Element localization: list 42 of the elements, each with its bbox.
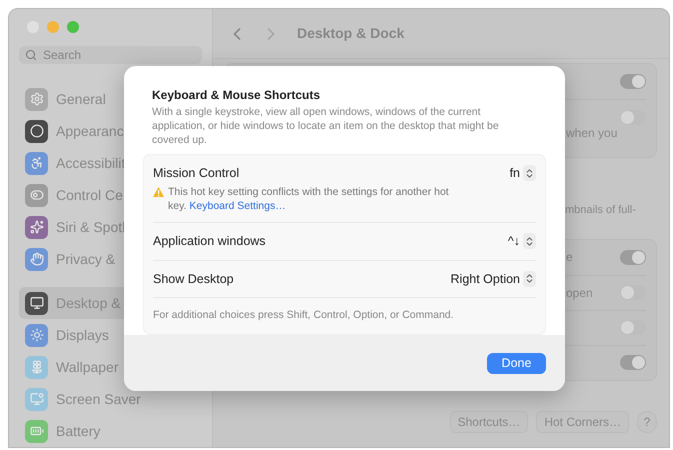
sidebar-label: Displays	[56, 326, 109, 345]
done-button[interactable]: Done	[487, 352, 546, 374]
search-field[interactable]: Search	[19, 46, 202, 64]
sidebar-label: Wallpaper	[56, 358, 119, 377]
shortcut-popup[interactable]: ^↓	[508, 232, 536, 250]
sidebar-label: General	[56, 90, 106, 108]
toggle-switch[interactable]	[620, 250, 646, 264]
settings-button[interactable]: Shortcuts…	[450, 411, 528, 433]
toggle-switch[interactable]	[620, 74, 646, 89]
sidebar-label: Appearanc	[56, 122, 124, 141]
sidebar-item[interactable]: Wallpaper	[19, 351, 202, 383]
help-button[interactable]: ?	[637, 411, 657, 433]
shortcut-label: Show Desktop	[153, 270, 234, 288]
dialog-title: Keyboard & Mouse Shortcuts	[151, 87, 322, 104]
setting-text: mbnails of full-	[565, 203, 637, 218]
shortcut-popup[interactable]: Right Option	[450, 270, 536, 288]
sidebar-label: Privacy &	[56, 250, 116, 269]
dialog-description: With a single keystroke, view all open windows, windows of the current application, or hide windows to locate an item on the desktop that might be covered up.	[151, 105, 500, 147]
warning-text: This hot key setting conflicts with the settings for another hot key. Keyboard Settings…	[168, 184, 450, 213]
shortcut-popup[interactable]: fn	[510, 164, 536, 183]
toggle-switch[interactable]	[620, 110, 646, 125]
warning-icon	[153, 186, 164, 197]
shortcut-label: Application windows	[153, 232, 266, 250]
stepper-icon	[524, 168, 535, 179]
search-input[interactable]: Search	[43, 46, 183, 64]
toggle-switch[interactable]	[620, 355, 646, 370]
toggle-switch[interactable]	[620, 320, 646, 335]
sidebar-label: Screen Saver	[56, 390, 141, 408]
sidebar-item[interactable]: Screen Saver	[19, 383, 202, 415]
sidebar-label: Accessibilit	[56, 154, 126, 172]
sidebar-label: Control Ce	[56, 186, 123, 204]
stepper-icon	[524, 273, 535, 284]
window-title: Desktop & Dock	[297, 24, 404, 43]
stepper-icon	[524, 236, 535, 247]
search-icon	[25, 48, 37, 61]
keyboard-settings-link[interactable]: Keyboard Settings…	[189, 200, 286, 212]
settings-button[interactable]: Hot Corners…	[536, 411, 629, 433]
sidebar-label: Siri & Spotl	[56, 218, 126, 237]
toggle-switch[interactable]	[620, 285, 646, 300]
sidebar-label: Battery	[56, 422, 100, 441]
shortcut-label: Mission Control	[153, 165, 240, 182]
sidebar-item[interactable]: Battery	[19, 415, 202, 447]
